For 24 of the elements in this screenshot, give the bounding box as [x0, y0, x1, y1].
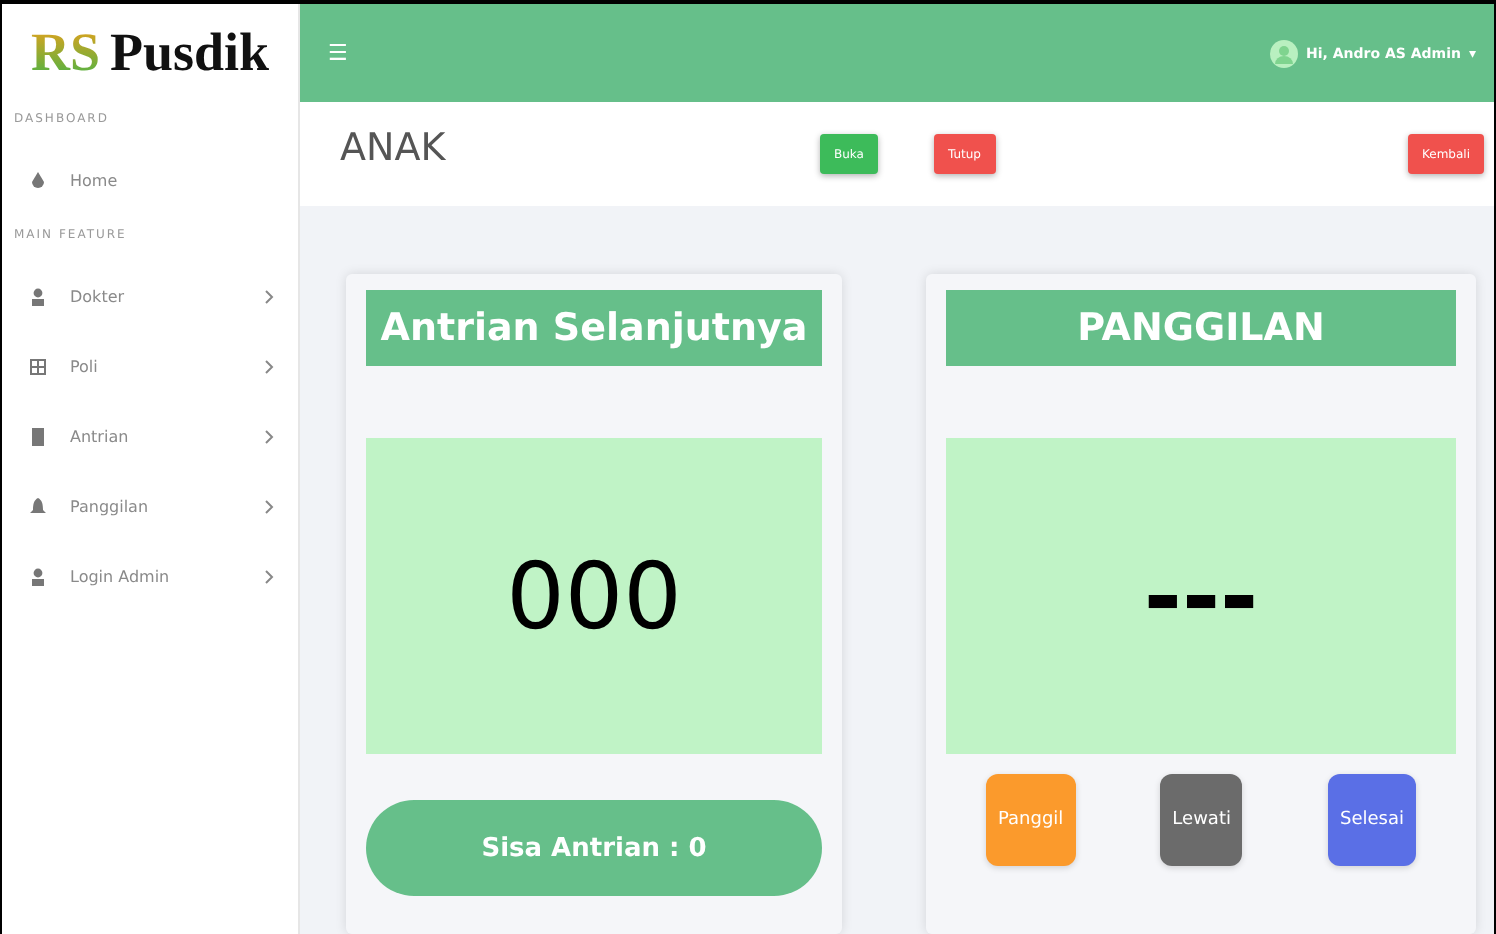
call-action-button[interactable]: Panggil [986, 774, 1076, 866]
menu-item-icon [30, 358, 46, 376]
sidebar-item[interactable]: Antrian [2, 402, 298, 472]
menu-item-icon [30, 498, 46, 516]
menu-item-icon [30, 428, 46, 446]
call-action-button[interactable]: Selesai [1327, 774, 1416, 866]
menu-item-icon [30, 568, 46, 586]
avatar-icon [1270, 39, 1299, 67]
called-number: --- [1143, 542, 1259, 650]
card-title: PANGGILAN [946, 290, 1456, 366]
menu-item-icon [30, 288, 46, 306]
menu-item-icon [30, 172, 46, 190]
sidebar-item[interactable]: Dokter [2, 262, 298, 332]
sidebar-item[interactable]: Panggilan [2, 472, 298, 542]
sidebar-item[interactable]: Home [2, 146, 298, 216]
queue-number: 000 [506, 542, 682, 650]
menu-button[interactable]: ☰ [328, 40, 1271, 66]
page-title: ANAK [340, 126, 448, 170]
card-title: Antrian Selanjutnya [366, 290, 822, 366]
call-action-button[interactable]: Lewati [1160, 774, 1243, 866]
remaining-queue: Sisa Antrian : 0 [366, 800, 822, 896]
sidebar-item[interactable]: Poli [2, 332, 298, 402]
logo: RS Pusdik [28, 19, 272, 87]
sidebar-item[interactable]: Login Admin [2, 542, 298, 612]
